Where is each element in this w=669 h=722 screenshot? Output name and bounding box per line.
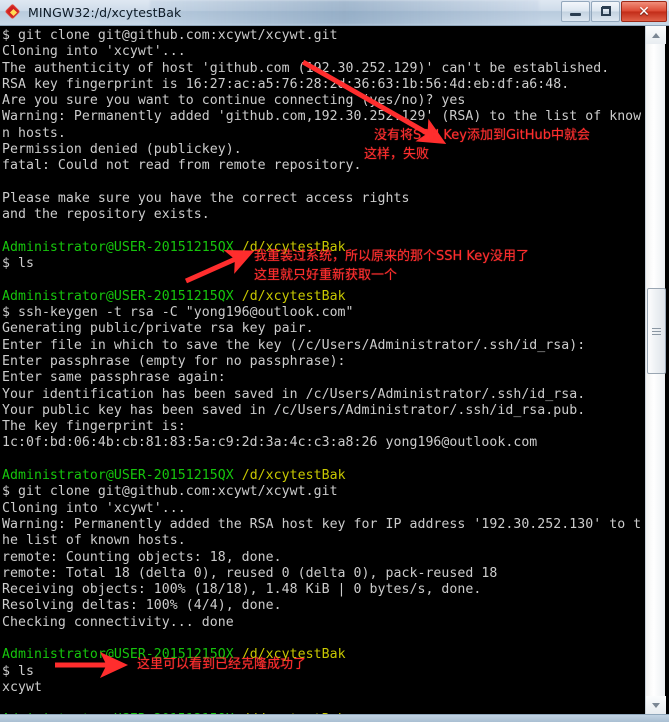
- terminal-line: Are you sure you want to continue connec…: [2, 93, 466, 109]
- mingw32-terminal-window: MINGW32:/d/xcytestBak ✕ $ git clone git@…: [0, 0, 669, 722]
- annotation-reinstalled-system-line1: 我重装过系统，所以原来的那个SSH Key没用了: [254, 249, 529, 264]
- terminal-line: Cloning into 'xcywt'...: [2, 44, 186, 60]
- scroll-up-arrow[interactable]: [646, 26, 666, 44]
- title-bar[interactable]: MINGW32:/d/xcytestBak ✕: [0, 0, 669, 26]
- prompt-user: Administrator@USER-20151215QX: [2, 239, 234, 255]
- terminal-line: Please make sure you have the correct ac…: [2, 190, 410, 206]
- terminal-line: $ git clone git@github.com:xcywt/xcywt.g…: [2, 28, 338, 43]
- prompt-path: /d/xcytestBak: [241, 468, 346, 484]
- terminal-line: fatal: Could not read from remote reposi…: [2, 158, 362, 174]
- prompt-user: Administrator@USER-20151215QX: [2, 288, 234, 304]
- terminal-line: $ ls: [2, 663, 34, 679]
- window-bottom-frame: [0, 714, 669, 722]
- terminal-line: Administrator@USER-20151215QX /d/xcytest…: [2, 647, 645, 663]
- terminal-line: Your public key has been saved in /c/Use…: [2, 402, 586, 418]
- terminal-line: RSA key fingerprint is 16:27:ac:a5:76:28…: [2, 76, 570, 92]
- terminal-line: Generating public/private rsa key pair.: [2, 321, 314, 337]
- terminal-line: The authenticity of host 'github.com (19…: [2, 60, 610, 76]
- terminal-line: Enter same passphrase again:: [2, 370, 226, 386]
- close-button[interactable]: ✕: [621, 1, 667, 22]
- terminal-line: Enter file in which to save the key (/c/…: [2, 337, 586, 353]
- terminal-line: Checking connectivity... done: [2, 614, 234, 630]
- terminal-line: xcywt: [2, 679, 42, 695]
- prompt-user: Administrator@USER-20151215QX: [2, 468, 234, 484]
- git-bash-diamond-icon: [4, 3, 22, 21]
- scroll-down-arrow[interactable]: [646, 696, 666, 714]
- terminal-line: Enter passphrase (empty for no passphras…: [2, 353, 346, 369]
- terminal-line: $ ssh-keygen -t rsa -C "yong196@outlook.…: [2, 305, 354, 321]
- terminal-line: remote: Total 18 (delta 0), reused 0 (de…: [2, 565, 498, 581]
- annotation-ssh-key-not-added-line2: 这样，失败: [364, 147, 430, 162]
- scroll-thumb[interactable]: [647, 288, 666, 374]
- terminal-line: $ git clone git@github.com:xcywt/xcywt.g…: [2, 484, 338, 500]
- terminal-line: Receiving objects: 100% (18/18), 1.48 Ki…: [2, 582, 482, 598]
- terminal-line: and the repository exists.: [2, 207, 210, 223]
- close-icon: ✕: [638, 3, 650, 20]
- terminal-line: he list of known hosts.: [2, 533, 186, 549]
- terminal-line: Your identification has been saved in /c…: [2, 386, 586, 402]
- terminal-line: Administrator@USER-20151215QX /d/xcytest…: [2, 289, 645, 305]
- terminal-line: Warning: Permanently added 'github.com,1…: [2, 109, 642, 125]
- terminal-line: Cloning into 'xcywt'...: [2, 500, 186, 516]
- window-title: MINGW32:/d/xcytestBak: [28, 5, 182, 20]
- terminal-line: Resolving deltas: 100% (4/4), done.: [2, 598, 282, 614]
- annotation-reinstalled-system-line2: 这里就只好重新获取一个: [254, 268, 398, 283]
- maximize-button[interactable]: [591, 1, 620, 22]
- terminal-line: remote: Counting objects: 18, done.: [2, 549, 282, 565]
- terminal-line: Warning: Permanently added the RSA host …: [2, 516, 642, 532]
- prompt-path: /d/xcytestBak: [241, 288, 346, 304]
- terminal-line: Administrator@USER-20151215QX /d/xcytest…: [2, 468, 645, 484]
- chevron-down-icon: [652, 702, 660, 708]
- minimize-icon: [570, 13, 581, 16]
- annotation-clone-success-line1: 这里可以看到已经克隆成功了: [137, 657, 307, 672]
- minimize-button[interactable]: [561, 1, 590, 22]
- window-controls: ✕: [560, 1, 667, 22]
- grip-icon: [652, 327, 661, 335]
- terminal-line: 1c:0f:bd:06:4b:cb:81:83:5a:c9:2d:3a:4c:c…: [2, 435, 538, 451]
- terminal-line: The key fingerprint is:: [2, 419, 186, 435]
- maximize-icon: [600, 6, 611, 16]
- vertical-scrollbar[interactable]: [645, 26, 666, 714]
- annotation-ssh-key-not-added-line1: 没有将SSH Key添加到GitHub中就会: [374, 128, 591, 143]
- chevron-up-icon: [652, 32, 660, 38]
